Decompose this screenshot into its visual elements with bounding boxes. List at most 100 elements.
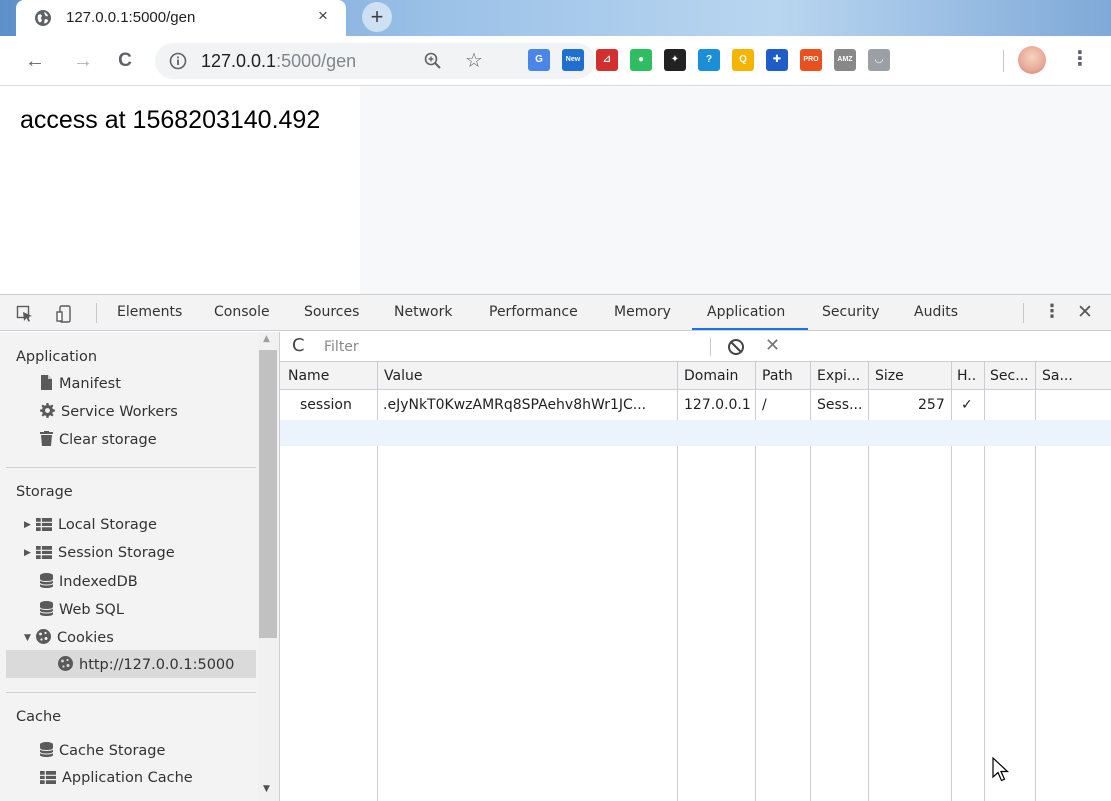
scrollbar-thumb[interactable] — [259, 350, 277, 638]
sidebar-item-service-workers[interactable]: Service Workers — [40, 403, 178, 420]
delete-selected-icon[interactable]: ✕ — [765, 335, 780, 356]
magnifier-icon[interactable]: Q — [732, 49, 754, 71]
cookie-httponly[interactable]: ✓ — [961, 397, 973, 413]
application-sidebar: Application Manifest Service Workers Cle… — [0, 332, 280, 801]
devtools-menu-button[interactable]: ⋮ — [1043, 301, 1061, 322]
pdf-icon[interactable]: ⊿ — [596, 49, 618, 71]
translate-icon[interactable]: G — [528, 49, 550, 71]
globe-icon — [35, 10, 51, 26]
database-icon — [40, 601, 53, 616]
page-icon[interactable]: ? — [698, 49, 720, 71]
tab-memory[interactable]: Memory — [614, 304, 671, 320]
section-cache[interactable]: Cache — [16, 709, 61, 725]
gear-icon — [40, 403, 55, 418]
forward-button[interactable]: → — [70, 48, 96, 74]
clear-all-icon[interactable] — [727, 338, 745, 356]
ninja-icon[interactable]: ✦ — [664, 49, 686, 71]
expand-triangle-icon[interactable]: ▶ — [24, 520, 36, 530]
tab-security[interactable]: Security — [822, 304, 880, 320]
sidebar-item-cookie-origin[interactable]: http://127.0.0.1:5000 — [58, 656, 234, 673]
filter-divider — [710, 338, 711, 356]
document-icon — [41, 375, 52, 390]
sidebar-item-manifest[interactable]: Manifest — [40, 375, 121, 392]
column-header-domain[interactable]: Domain — [684, 368, 738, 384]
sidebar-item-application-cache[interactable]: Application Cache — [40, 770, 193, 786]
refresh-icon[interactable]: C — [292, 335, 305, 356]
cookie-path[interactable]: / — [762, 397, 767, 413]
amz-icon[interactable]: AMZ — [834, 49, 856, 71]
sidebar-divider — [6, 467, 256, 468]
cookie-expires[interactable]: Sess... — [817, 397, 862, 413]
pro-icon[interactable]: PRO — [800, 49, 822, 71]
cookie-value[interactable]: .eJyNkT0KwzAMRq8SPAehv8hWr1JC... — [383, 397, 646, 413]
proxy-icon[interactable]: ✚ — [766, 49, 788, 71]
devtools-tab-bar: Elements Console Sources Network Perform… — [0, 295, 1111, 331]
url-text[interactable]: 127.0.0.1:5000/gen — [201, 51, 356, 72]
cookie-domain[interactable]: 127.0.0.1 — [684, 397, 751, 413]
cookie-name[interactable]: session — [300, 397, 352, 413]
column-header-expires[interactable]: Expi... — [817, 368, 860, 384]
expand-triangle-icon[interactable]: ▶ — [24, 548, 36, 558]
scroll-down-arrow-icon[interactable]: ▼ — [263, 784, 270, 794]
database-icon — [40, 573, 53, 588]
collapse-triangle-icon[interactable]: ▼ — [24, 633, 36, 643]
new-badge-icon[interactable]: New — [562, 49, 584, 71]
trash-icon — [40, 431, 53, 446]
profile-avatar[interactable] — [1018, 46, 1046, 74]
back-button[interactable]: ← — [22, 48, 48, 74]
devtools-close-button[interactable]: ✕ — [1077, 301, 1093, 323]
column-header-value[interactable]: Value — [384, 368, 422, 384]
smile-icon[interactable]: ◡ — [868, 49, 890, 71]
info-icon[interactable] — [169, 52, 187, 70]
tab-elements[interactable]: Elements — [117, 304, 182, 320]
toolbar-divider — [1003, 50, 1004, 72]
chrome-menu-button[interactable]: ⋮ — [1070, 46, 1090, 71]
column-header-httponly[interactable]: H.. — [957, 368, 976, 384]
sidebar-item-cache-storage[interactable]: Cache Storage — [40, 742, 165, 759]
column-header-samesite[interactable]: Sa... — [1042, 368, 1073, 384]
section-application[interactable]: Application — [16, 349, 97, 365]
sidebar-item-clear-storage[interactable]: Clear storage — [40, 431, 157, 448]
sidebar-item-cookies[interactable]: ▼ Cookies — [24, 629, 114, 646]
sidebar-item-web-sql[interactable]: Web SQL — [40, 601, 124, 618]
column-header-size[interactable]: Size — [875, 368, 904, 384]
tab-performance[interactable]: Performance — [489, 304, 578, 320]
page-body-text: access at 1568203140.492 — [20, 106, 321, 134]
reload-button[interactable]: C — [112, 48, 138, 74]
inspect-element-icon[interactable] — [16, 305, 34, 323]
sidebar-scrollbar[interactable]: ▲ ▼ — [258, 332, 278, 801]
database-icon — [40, 742, 53, 757]
tab-console[interactable]: Console — [214, 304, 270, 320]
scroll-up-arrow-icon[interactable]: ▲ — [263, 334, 270, 344]
cookie-size[interactable]: 257 — [918, 397, 945, 413]
bookmark-star-icon[interactable]: ☆ — [465, 48, 483, 73]
column-header-name[interactable]: Name — [288, 368, 329, 384]
browser-tab[interactable]: 127.0.0.1:5000/gen × — [16, 0, 346, 36]
device-toolbar-icon[interactable] — [56, 305, 74, 323]
new-tab-button[interactable]: + — [362, 2, 392, 32]
devtools-panel: Elements Console Sources Network Perform… — [0, 294, 1111, 801]
tab-audits[interactable]: Audits — [914, 304, 958, 320]
page-background — [360, 86, 1111, 294]
section-storage[interactable]: Storage — [16, 484, 73, 500]
empty-table-row[interactable] — [280, 420, 1111, 446]
tab-network[interactable]: Network — [394, 304, 452, 320]
grid-icon — [36, 546, 52, 559]
sidebar-item-local-storage[interactable]: ▶ Local Storage — [24, 517, 157, 533]
filter-input[interactable] — [324, 335, 704, 359]
cookie-icon — [36, 629, 51, 644]
active-tab-indicator — [692, 328, 808, 330]
sidebar-item-session-storage[interactable]: ▶ Session Storage — [24, 545, 175, 561]
tab-close-button[interactable]: × — [318, 6, 328, 26]
grid-icon — [36, 518, 52, 531]
column-header-path[interactable]: Path — [762, 368, 793, 384]
tab-sources[interactable]: Sources — [304, 304, 359, 320]
page-viewport: access at 1568203140.492 — [0, 86, 1111, 294]
evernote-icon[interactable]: ● — [630, 49, 652, 71]
tab-application[interactable]: Application — [707, 304, 785, 320]
cookies-panel: C ✕ Name Value Domain Path Expi... Si — [280, 332, 1111, 801]
column-header-secure[interactable]: Sec... — [990, 368, 1029, 384]
sidebar-item-indexeddb[interactable]: IndexedDB — [40, 573, 138, 590]
table-row[interactable]: session .eJyNkT0KwzAMRq8SPAehv8hWr1JC...… — [280, 391, 1111, 419]
zoom-icon[interactable] — [423, 51, 443, 71]
